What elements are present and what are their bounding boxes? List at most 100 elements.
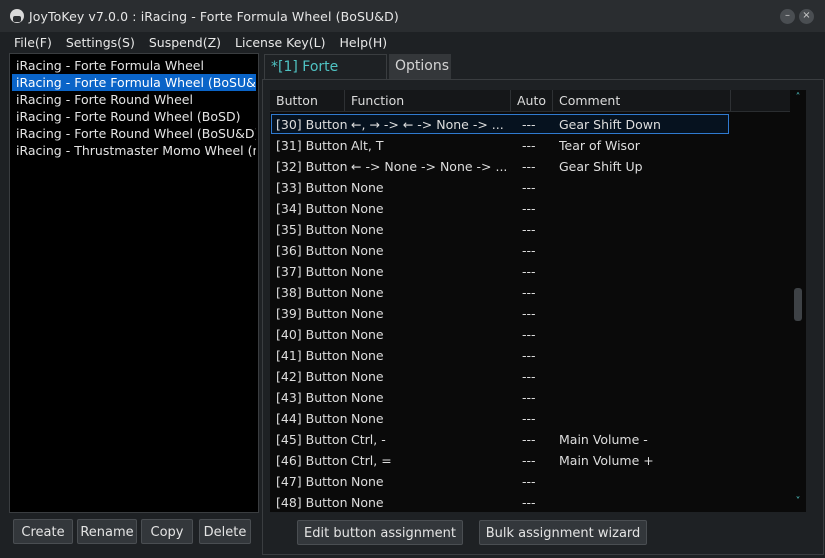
cell-function: None (351, 180, 384, 195)
column-header-function[interactable]: Function (345, 90, 511, 111)
table-row[interactable]: [33] Button None --- (270, 177, 790, 198)
cell-comment: Gear Shift Down (559, 117, 661, 132)
edit-button-assignment-button[interactable]: Edit button assignment (297, 520, 463, 545)
table-row[interactable]: [39] Button None --- (270, 303, 790, 324)
title-bar: JoyToKey v7.0.0 : iRacing - Forte Formul… (0, 0, 825, 32)
cell-auto: --- (522, 390, 536, 405)
cell-comment (559, 471, 729, 492)
menu-license-key[interactable]: License Key(L) (228, 35, 332, 50)
window-title: JoyToKey v7.0.0 : iRacing - Forte Formul… (29, 8, 399, 24)
menu-settings[interactable]: Settings(S) (59, 35, 142, 50)
table-row[interactable]: [44] Button None --- (270, 408, 790, 429)
cell-button: [48] Button (276, 495, 348, 510)
cell-function: None (351, 264, 384, 279)
cell-function: None (351, 201, 384, 216)
vertical-scrollbar[interactable]: ˄ ˅ (790, 90, 806, 512)
cell-auto: --- (522, 243, 536, 258)
profile-list: iRacing - Forte Formula Wheel iRacing - … (9, 53, 259, 513)
cell-function: None (351, 390, 384, 405)
cell-comment (559, 261, 729, 282)
table-header: Button Function Auto Comment (270, 90, 790, 112)
cell-function: None (351, 495, 384, 510)
tab-forte-wheel[interactable]: *[1] Forte Wheel* (264, 54, 387, 100)
cell-comment (559, 303, 729, 324)
close-button[interactable]: × (799, 9, 814, 24)
table-row[interactable]: [32] Button ← -> None -> None -> ... --- Ge… (270, 156, 790, 177)
cell-button: [42] Button (276, 369, 348, 384)
cell-auto: --- (522, 201, 536, 216)
cell-comment (559, 240, 729, 261)
cell-auto: --- (522, 495, 536, 510)
table-row[interactable]: [35] Button None --- (270, 219, 790, 240)
table-row[interactable]: [34] Button None --- (270, 198, 790, 219)
cell-button: [36] Button (276, 243, 348, 258)
cell-function: Ctrl, - (351, 432, 386, 447)
profile-item[interactable]: iRacing - Thrustmaster Momo Wheel (no (12, 142, 256, 159)
cell-button: [38] Button (276, 285, 348, 300)
table-row[interactable]: [48] Button None --- (270, 492, 790, 512)
bulk-assignment-wizard-button[interactable]: Bulk assignment wizard (479, 520, 647, 545)
profile-item[interactable]: iRacing - Forte Round Wheel (12, 91, 256, 108)
column-header-auto[interactable]: Auto (511, 90, 553, 111)
table-row[interactable]: [41] Button None --- (270, 345, 790, 366)
table-row[interactable]: [38] Button None --- (270, 282, 790, 303)
table-row[interactable]: [31] Button Alt, T --- Tear of Wisor (270, 135, 790, 156)
column-header-button[interactable]: Button (270, 90, 345, 111)
table-row[interactable]: [43] Button None --- (270, 387, 790, 408)
cell-function: ←, → -> ← -> None -> ... (351, 117, 504, 132)
scrollbar-thumb[interactable] (794, 288, 802, 321)
cell-auto: --- (522, 348, 536, 363)
table-row[interactable]: [47] Button None --- (270, 471, 790, 492)
button-assignment-table: Button Function Auto Comment [30] Button… (270, 90, 790, 512)
cell-function: None (351, 327, 384, 342)
table-row[interactable]: [36] Button None --- (270, 240, 790, 261)
table-row[interactable]: [45] Button Ctrl, - --- Main Volume - (270, 429, 790, 450)
table-row[interactable]: [46] Button Ctrl, = --- Main Volume + (270, 450, 790, 471)
cell-button: [39] Button (276, 306, 348, 321)
cell-function: Alt, T (351, 138, 384, 153)
table-row[interactable]: [42] Button None --- (270, 366, 790, 387)
cell-comment (559, 177, 729, 198)
copy-button[interactable]: Copy (141, 519, 193, 544)
cell-auto: --- (522, 327, 536, 342)
column-header-comment[interactable]: Comment (553, 90, 731, 111)
cell-comment: Tear of Wisor (559, 138, 640, 153)
cell-function: None (351, 411, 384, 426)
create-button[interactable]: Create (13, 519, 73, 544)
table-row[interactable]: [37] Button None --- (270, 261, 790, 282)
cell-comment (559, 282, 729, 303)
cell-comment (559, 198, 729, 219)
tab-options[interactable]: Options (389, 54, 451, 79)
cell-function: None (351, 306, 384, 321)
scroll-down-icon[interactable]: ˅ (793, 497, 803, 507)
cell-function: None (351, 285, 384, 300)
profile-item[interactable]: iRacing - Forte Round Wheel (BoSU&D) (12, 125, 256, 142)
rename-button[interactable]: Rename (77, 519, 137, 544)
cell-comment (559, 492, 729, 512)
table-row-selected[interactable]: [30] Button ←, → -> ← -> None -> ... --- Ge… (270, 114, 790, 135)
cell-auto: --- (522, 474, 536, 489)
profile-item[interactable]: iRacing - Forte Round Wheel (BoSD) (12, 108, 256, 125)
table-row[interactable]: [40] Button None --- (270, 324, 790, 345)
menu-help[interactable]: Help(H) (333, 35, 395, 50)
cell-auto: --- (522, 453, 536, 468)
cell-comment: Main Volume - (559, 432, 648, 447)
cell-function: None (351, 222, 384, 237)
menu-bar: File(F) Settings(S) Suspend(Z) License K… (0, 32, 825, 52)
menu-file[interactable]: File(F) (7, 35, 59, 50)
menu-suspend[interactable]: Suspend(Z) (142, 35, 228, 50)
cell-auto: --- (522, 285, 536, 300)
cell-auto: --- (522, 411, 536, 426)
cell-function: Ctrl, = (351, 453, 392, 468)
profile-item-selected[interactable]: iRacing - Forte Formula Wheel (BoSU&D) (12, 74, 256, 91)
delete-button[interactable]: Delete (199, 519, 251, 544)
cell-button: [30] Button (276, 117, 348, 132)
minimize-button[interactable]: – (780, 9, 795, 24)
cell-comment (559, 345, 729, 366)
profile-item[interactable]: iRacing - Forte Formula Wheel (12, 57, 256, 74)
cell-comment (559, 408, 729, 429)
cell-auto: --- (522, 180, 536, 195)
cell-comment: Gear Shift Up (559, 159, 643, 174)
joytokey-app-icon (10, 9, 24, 23)
scroll-up-icon[interactable]: ˄ (793, 93, 803, 103)
